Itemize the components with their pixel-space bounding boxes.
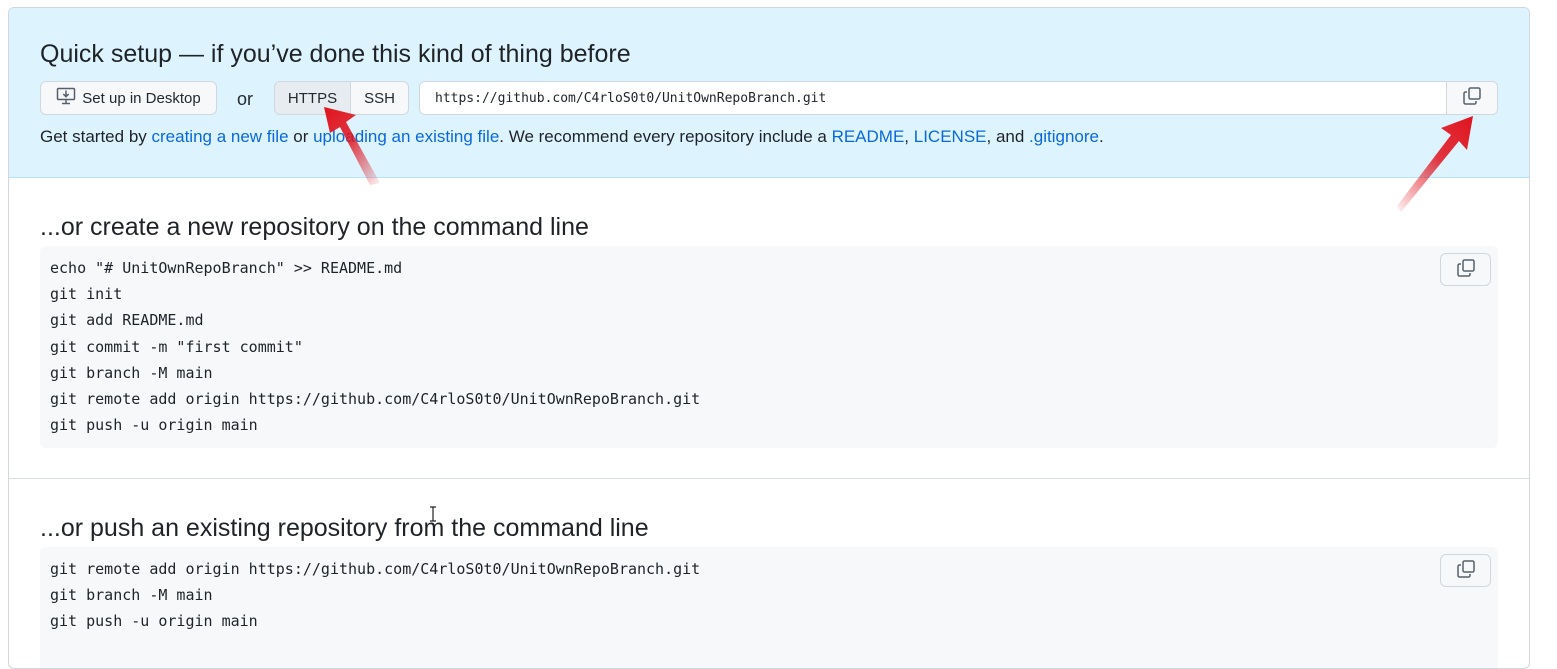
text-cursor-icon	[430, 506, 436, 522]
code-line: git add README.md	[50, 311, 204, 330]
code-line: git push -u origin main	[50, 612, 258, 631]
copy-icon	[1456, 258, 1476, 282]
code-line: git push -u origin main	[50, 416, 258, 435]
new-repo-code-block: echo "# UnitOwnRepoBranch" >> README.md …	[40, 246, 1498, 448]
setup-container: Quick setup — if you’ve done this kind o…	[8, 7, 1530, 669]
existing-repo-title: ...or push an existing repository from t…	[40, 514, 649, 542]
hint-text: Get started by	[40, 127, 152, 146]
ssh-tab[interactable]: SSH	[351, 81, 409, 115]
hint-text: , and	[986, 127, 1030, 146]
desktop-download-icon	[56, 86, 76, 110]
copy-url-button[interactable]	[1446, 82, 1497, 114]
code-line: git commit -m "first commit"	[50, 337, 303, 356]
code-line: git branch -M main	[50, 586, 213, 605]
new-repo-section: ...or create a new repository on the com…	[9, 178, 1529, 479]
hint-text: ,	[904, 127, 914, 146]
clone-url-input[interactable]	[420, 82, 1446, 114]
copy-existing-repo-commands-button[interactable]	[1440, 554, 1491, 587]
readme-link[interactable]: README	[832, 127, 905, 146]
protocol-selector: HTTPS SSH	[274, 81, 409, 115]
hint-text: or	[288, 127, 314, 146]
new-repo-title: ...or create a new repository on the com…	[40, 213, 589, 241]
code-line: echo "# UnitOwnRepoBranch" >> README.md	[50, 259, 403, 277]
upload-existing-file-link[interactable]: uploading an existing file	[313, 127, 499, 146]
hint-text: .	[1098, 127, 1104, 146]
existing-repo-code-block: git remote add origin https://github.com…	[40, 547, 1498, 668]
quick-setup-panel: Quick setup — if you’ve done this kind o…	[9, 8, 1529, 178]
setup-in-desktop-label: Set up in Desktop	[82, 89, 201, 107]
clone-url-box	[419, 81, 1498, 115]
copy-icon	[1456, 559, 1476, 583]
code-line: git branch -M main	[50, 363, 213, 382]
gitignore-link[interactable]: .gitignore	[1029, 127, 1099, 146]
https-tab[interactable]: HTTPS	[274, 81, 351, 115]
code-line: git remote add origin https://github.com…	[50, 560, 701, 578]
create-new-file-link[interactable]: creating a new file	[152, 127, 289, 146]
copy-new-repo-commands-button[interactable]	[1440, 253, 1491, 286]
quick-setup-title: Quick setup — if you’ve done this kind o…	[40, 40, 631, 68]
code-line: git remote add origin https://github.com…	[50, 389, 701, 408]
setup-in-desktop-button[interactable]: Set up in Desktop	[40, 81, 217, 115]
copy-icon	[1462, 86, 1482, 111]
license-link[interactable]: LICENSE	[914, 127, 987, 146]
code-line: git init	[50, 285, 123, 304]
hint-text: . We recommend every repository include …	[499, 127, 832, 146]
or-label: or	[237, 89, 254, 109]
get-started-hint: Get started by creating a new file or up…	[40, 127, 1104, 147]
